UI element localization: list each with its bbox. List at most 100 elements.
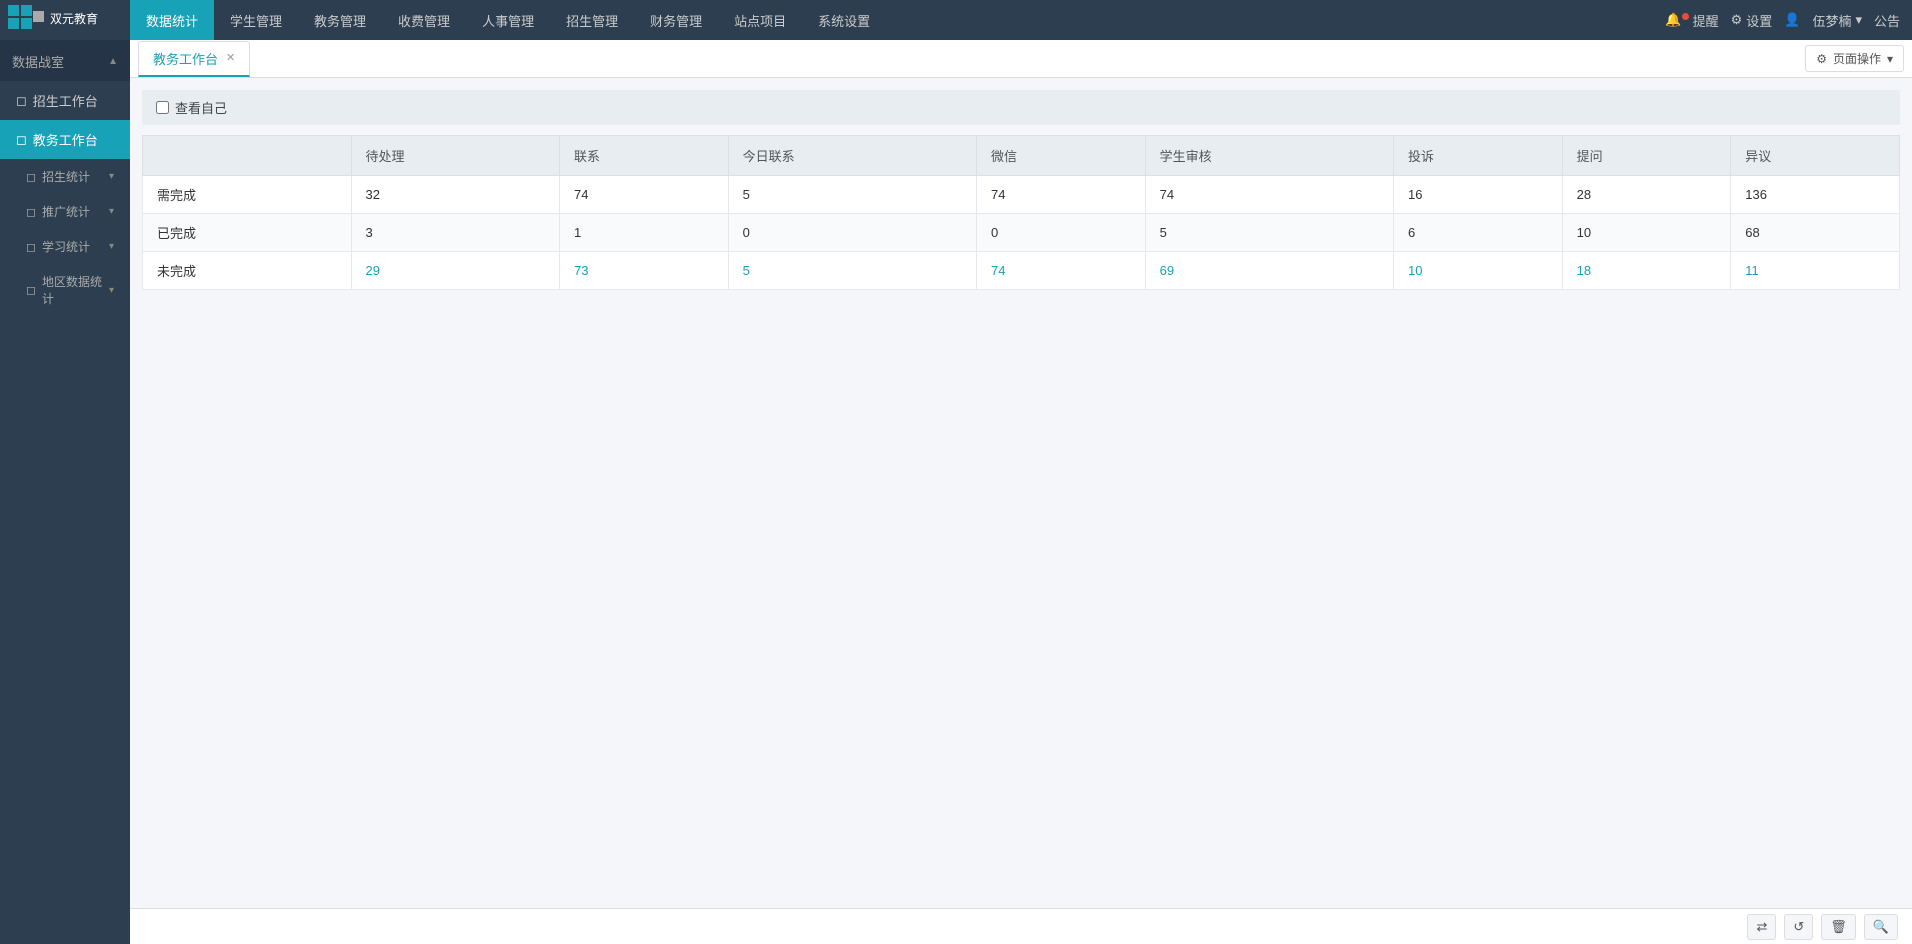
row-2-contact[interactable]: 73 — [560, 252, 729, 290]
row-1-objection: 68 — [1731, 214, 1900, 252]
sidebar-section-arrow: ▲ — [108, 56, 118, 67]
nav-item-enrollment-mgmt[interactable]: 招生管理 — [550, 0, 634, 40]
sidebar-item-icon: ◻ — [16, 93, 27, 109]
bell-label: 提醒 — [1693, 11, 1719, 30]
th-contact: 联系 — [560, 136, 729, 176]
sidebar-item-label-0: 招生工作台 — [33, 91, 98, 110]
tab-academic-workbench[interactable]: 教务工作台 ✕ — [138, 41, 250, 77]
main-layout: 数据战室 ▲ ◻ 招生工作台 ◻ 教务工作台 ◻ 招生统计 ▾ ◻ 推广统计 ▾… — [0, 40, 1912, 944]
settings-label: 设置 — [1746, 11, 1772, 30]
row-0-today-contact: 5 — [728, 176, 976, 214]
announcement-label: 公告 — [1874, 11, 1900, 30]
row-1-wechat: 0 — [976, 214, 1145, 252]
data-table: 待处理 联系 今日联系 微信 学生审核 投诉 提问 异议 需完成 32 — [142, 135, 1900, 290]
sidebar-sub-label-0: 招生统计 — [42, 168, 90, 185]
row-2-question[interactable]: 18 — [1562, 252, 1731, 290]
tab-close-0[interactable]: ✕ — [226, 53, 235, 64]
table-row: 未完成 29 73 5 74 69 10 18 11 — [143, 252, 1900, 290]
user-name: 伍梦楠 — [1812, 11, 1851, 30]
row-0-objection: 136 — [1731, 176, 1900, 214]
sidebar-active-icon: ◻ — [16, 132, 27, 148]
link-row2-pending[interactable]: 29 — [366, 263, 380, 278]
settings-button[interactable]: ⚙ 设置 — [1731, 11, 1773, 30]
toolbar-btn-swap[interactable]: ⇄ — [1747, 914, 1776, 940]
row-0-contact: 74 — [560, 176, 729, 214]
bell-button[interactable]: 🔔 提醒 — [1665, 11, 1718, 30]
page-actions-label: 页面操作 — [1833, 50, 1881, 67]
sidebar-sub-promo-stats[interactable]: ◻ 推广统计 ▾ — [0, 194, 130, 229]
checkbox-label: 查看自己 — [175, 98, 227, 117]
bell-dot — [1682, 13, 1689, 20]
th-question: 提问 — [1562, 136, 1731, 176]
row-2-pending[interactable]: 29 — [351, 252, 560, 290]
bottom-toolbar: ⇄ ↺ 🗑 🔍 — [130, 908, 1912, 944]
content-area: 教务工作台 ✕ ⚙ 页面操作 ▾ 查看自己 — [130, 40, 1912, 944]
nav-item-fee-mgmt[interactable]: 收费管理 — [382, 0, 466, 40]
sidebar-item-enrollment-workbench[interactable]: ◻ 招生工作台 — [0, 81, 130, 120]
profile-icon: 👤 — [1784, 12, 1800, 28]
sidebar-sub-label-1: 推广统计 — [42, 203, 90, 220]
th-student-review: 学生审核 — [1145, 136, 1393, 176]
sidebar-sub-label-2: 学习统计 — [42, 238, 90, 255]
toolbar-btn-delete[interactable]: 🗑 — [1821, 914, 1856, 940]
link-row2-today-contact[interactable]: 5 — [743, 263, 750, 278]
link-row2-complaint[interactable]: 10 — [1408, 263, 1422, 278]
filter-checkbox-self[interactable]: 查看自己 — [156, 98, 227, 117]
announcement-button[interactable]: 公告 — [1874, 11, 1900, 30]
toolbar-btn-search[interactable]: 🔍 — [1864, 914, 1898, 940]
tabs: 教务工作台 ✕ — [138, 40, 252, 77]
user-dropdown-icon: ▾ — [1855, 12, 1862, 28]
row-2-student-review[interactable]: 69 — [1145, 252, 1393, 290]
th-wechat: 微信 — [976, 136, 1145, 176]
row-2-objection[interactable]: 11 — [1731, 252, 1900, 290]
tab-label-0: 教务工作台 — [153, 49, 218, 68]
profile-icon-button[interactable]: 👤 — [1784, 12, 1800, 28]
sidebar-item-label-1: 教务工作台 — [33, 130, 98, 149]
settings-icon: ⚙ — [1731, 12, 1743, 28]
sidebar-item-academic-workbench[interactable]: ◻ 教务工作台 — [0, 120, 130, 159]
sidebar-sub-enrollment-stats[interactable]: ◻ 招生统计 ▾ — [0, 159, 130, 194]
link-row2-contact[interactable]: 73 — [574, 263, 588, 278]
nav-item-finance-mgmt[interactable]: 财务管理 — [634, 0, 718, 40]
row-1-contact: 1 — [560, 214, 729, 252]
top-right-actions: 🔔 提醒 ⚙ 设置 👤 伍梦楠 ▾ 公告 — [1665, 11, 1912, 30]
sidebar-sub-arrow-2: ▾ — [109, 241, 114, 252]
nav-item-data-stats[interactable]: 数据统计 — [130, 0, 214, 40]
sidebar-sub-arrow-1: ▾ — [109, 206, 114, 217]
table-row: 已完成 3 1 0 0 5 6 10 68 — [143, 214, 1900, 252]
th-objection: 异议 — [1731, 136, 1900, 176]
nav-item-hr-mgmt[interactable]: 人事管理 — [466, 0, 550, 40]
th-pending: 待处理 — [351, 136, 560, 176]
sidebar-section-header[interactable]: 数据战室 ▲ — [0, 40, 130, 81]
th-today-contact: 今日联系 — [728, 136, 976, 176]
logo-icon — [8, 5, 44, 35]
link-row2-wechat[interactable]: 74 — [991, 263, 1005, 278]
toolbar-btn-refresh[interactable]: ↺ — [1784, 914, 1813, 940]
sidebar-sub-region-stats[interactable]: ◻ 地区数据统计 ▾ — [0, 264, 130, 316]
top-nav: 数据统计 学生管理 教务管理 收费管理 人事管理 招生管理 财务管理 站点项目 … — [130, 0, 1665, 40]
nav-item-academic-mgmt[interactable]: 教务管理 — [298, 0, 382, 40]
page-actions-arrow: ▾ — [1887, 52, 1893, 66]
nav-item-site-projects[interactable]: 站点项目 — [718, 0, 802, 40]
user-info[interactable]: 伍梦楠 ▾ — [1812, 11, 1862, 30]
sidebar-sub-arrow-3: ▾ — [109, 285, 114, 296]
checkbox-view-self[interactable] — [156, 101, 169, 114]
row-0-question: 28 — [1562, 176, 1731, 214]
row-label-0: 需完成 — [143, 176, 352, 214]
nav-item-student-mgmt[interactable]: 学生管理 — [214, 0, 298, 40]
row-0-student-review: 74 — [1145, 176, 1393, 214]
row-2-today-contact[interactable]: 5 — [728, 252, 976, 290]
sidebar-sub-study-stats[interactable]: ◻ 学习统计 ▾ — [0, 229, 130, 264]
row-label-2: 未完成 — [143, 252, 352, 290]
tab-bar: 教务工作台 ✕ ⚙ 页面操作 ▾ — [130, 40, 1912, 78]
link-row2-student-review[interactable]: 69 — [1160, 263, 1174, 278]
nav-item-system-settings[interactable]: 系统设置 — [802, 0, 886, 40]
row-2-complaint[interactable]: 10 — [1393, 252, 1562, 290]
link-row2-objection[interactable]: 11 — [1745, 263, 1759, 278]
th-category — [143, 136, 352, 176]
page-content: 查看自己 待处理 联系 今日联系 微信 学生审核 投诉 提问 异议 — [130, 78, 1912, 908]
row-2-wechat[interactable]: 74 — [976, 252, 1145, 290]
page-actions-button[interactable]: ⚙ 页面操作 ▾ — [1805, 45, 1904, 72]
sidebar-sub-label-3: 地区数据统计 — [42, 273, 103, 307]
link-row2-question[interactable]: 18 — [1577, 263, 1591, 278]
